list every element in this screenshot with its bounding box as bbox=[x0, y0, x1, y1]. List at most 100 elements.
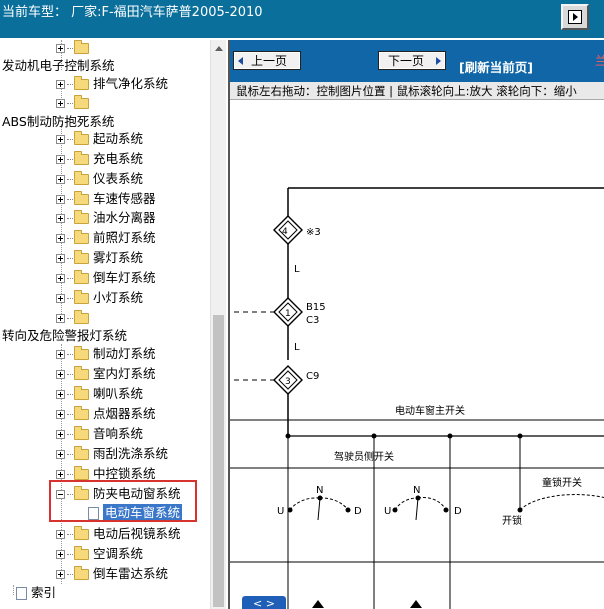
tree-item[interactable]: 雨刮洗涤系统 bbox=[56, 444, 168, 464]
tree-guide-line bbox=[13, 585, 14, 595]
tree-item[interactable]: 电动后视镜系统 bbox=[56, 524, 181, 544]
folder-icon bbox=[74, 151, 89, 165]
current-model-title: 当前车型： 厂家:F-福田汽车萨普2005-2010 bbox=[2, 5, 263, 20]
folder-icon bbox=[74, 191, 89, 205]
folder-icon bbox=[74, 230, 89, 244]
tree-item[interactable]: 充电系统 bbox=[56, 149, 143, 169]
scroll-corner-button[interactable]: < > bbox=[242, 596, 286, 609]
tree-item-index[interactable]: 索引 bbox=[16, 583, 56, 603]
tree-item[interactable]: 小灯系统 bbox=[56, 288, 143, 308]
svg-text:C9: C9 bbox=[306, 371, 319, 382]
child-lock-switch: 童锁开关 开锁 bbox=[502, 468, 604, 527]
expand-icon[interactable] bbox=[56, 450, 65, 459]
tree-item[interactable]: 油水分离器 bbox=[56, 208, 156, 228]
folder-icon bbox=[74, 171, 89, 185]
expand-icon[interactable] bbox=[56, 254, 65, 263]
wiring-diagram[interactable]: 4 ※3 L 1 B15 C3 L 3 C9 电动车窗主开关 驾驶员侧开关 U … bbox=[230, 100, 604, 609]
svg-text:U: U bbox=[384, 506, 391, 517]
scroll-up-icon[interactable] bbox=[215, 46, 223, 51]
expand-icon[interactable] bbox=[56, 370, 65, 379]
folder-icon bbox=[74, 426, 89, 440]
svg-text:1: 1 bbox=[285, 309, 291, 319]
tree-item[interactable]: 音响系统 bbox=[56, 424, 143, 444]
arrow-icon bbox=[573, 13, 578, 21]
expand-icon[interactable] bbox=[56, 44, 65, 53]
svg-text:D: D bbox=[354, 506, 362, 517]
tree-item[interactable]: 倒车灯系统 bbox=[56, 268, 156, 288]
expand-icon[interactable] bbox=[56, 175, 65, 184]
svg-text:4: 4 bbox=[282, 227, 288, 237]
expand-icon[interactable] bbox=[56, 214, 65, 223]
expand-icon[interactable] bbox=[56, 570, 65, 579]
expand-icon[interactable] bbox=[56, 530, 65, 539]
tree-item[interactable]: 发动机电子控制系统 bbox=[2, 56, 115, 76]
connector-2: 1 B15 C3 bbox=[234, 297, 326, 327]
expand-icon[interactable] bbox=[56, 350, 65, 359]
tree-item[interactable]: 倒车雷达系统 bbox=[56, 564, 168, 584]
expand-icon[interactable] bbox=[56, 234, 65, 243]
tree-item[interactable]: 制动灯系统 bbox=[56, 344, 156, 364]
folder-icon bbox=[74, 346, 89, 360]
folder-icon bbox=[74, 290, 89, 304]
expand-icon[interactable] bbox=[56, 135, 65, 144]
viewer-toolbar: 上一页 下一页 [刷新当前页] 兰 bbox=[230, 40, 604, 82]
main-switch-label: 电动车窗主开关 bbox=[395, 404, 465, 417]
folder-icon bbox=[74, 446, 89, 460]
tree-item[interactable]: 空调系统 bbox=[56, 544, 143, 564]
folder-icon bbox=[74, 466, 89, 480]
usage-hint: 鼠标左右拖动：控制图片位置 | 鼠标滚轮向上:放大 滚轮向下：缩小 bbox=[230, 82, 604, 100]
folder-icon bbox=[74, 386, 89, 400]
svg-text:U: U bbox=[277, 506, 284, 517]
system-tree: 发动机电子控制系统 排气净化系统 ABS制动防抱死系统 起动系统 充电系统 仪表… bbox=[0, 40, 210, 609]
expand-icon[interactable] bbox=[56, 195, 65, 204]
folder-icon bbox=[74, 250, 89, 264]
svg-text:D: D bbox=[454, 506, 462, 517]
wire-label: L bbox=[294, 264, 300, 275]
driver-switch-label: 驾驶员侧开关 bbox=[334, 450, 394, 463]
svg-text:童锁开关: 童锁开关 bbox=[542, 476, 582, 489]
folder-icon bbox=[74, 406, 89, 420]
tree-item[interactable]: 转向及危险警报灯系统 bbox=[2, 326, 127, 346]
connector-3: 3 C9 bbox=[234, 365, 319, 395]
expand-icon[interactable] bbox=[56, 550, 65, 559]
tree-item[interactable]: 雾灯系统 bbox=[56, 248, 143, 268]
tree-item[interactable] bbox=[56, 93, 93, 113]
svg-text:C3: C3 bbox=[306, 315, 319, 326]
connector-1: 4 ※3 bbox=[273, 215, 321, 245]
prev-arrow-icon bbox=[238, 57, 243, 65]
tree-scrollbar[interactable] bbox=[210, 40, 226, 609]
tree-item[interactable] bbox=[56, 308, 93, 328]
window-switch-1: U N D bbox=[277, 485, 362, 521]
tree-item[interactable]: 喇叭系统 bbox=[56, 384, 143, 404]
svg-text:※3: ※3 bbox=[306, 227, 321, 238]
document-icon bbox=[16, 587, 27, 600]
tree-item[interactable]: 车速传感器 bbox=[56, 189, 156, 209]
expand-icon[interactable] bbox=[56, 390, 65, 399]
tree-item[interactable]: 仪表系统 bbox=[56, 169, 143, 189]
tree-item[interactable]: 起动系统 bbox=[56, 129, 143, 149]
folder-icon bbox=[74, 131, 89, 145]
tree-item[interactable]: 室内灯系统 bbox=[56, 364, 156, 384]
title-bar: 当前车型： 厂家:F-福田汽车萨普2005-2010 bbox=[0, 0, 604, 38]
expand-icon[interactable] bbox=[56, 99, 65, 108]
expand-icon[interactable] bbox=[56, 80, 65, 89]
folder-icon bbox=[74, 366, 89, 380]
expand-icon[interactable] bbox=[56, 314, 65, 323]
exit-button[interactable] bbox=[561, 4, 589, 30]
refresh-page-link[interactable]: [刷新当前页] bbox=[459, 57, 533, 76]
svg-text:B15: B15 bbox=[306, 302, 326, 313]
expand-icon[interactable] bbox=[56, 294, 65, 303]
tree-item[interactable]: 排气净化系统 bbox=[56, 74, 168, 94]
expand-icon[interactable] bbox=[56, 410, 65, 419]
expand-icon[interactable] bbox=[56, 274, 65, 283]
tree-item[interactable]: 前照灯系统 bbox=[56, 228, 156, 248]
expand-icon[interactable] bbox=[56, 430, 65, 439]
next-arrow-icon bbox=[436, 57, 441, 65]
prev-page-button[interactable]: 上一页 bbox=[233, 51, 301, 70]
scroll-thumb[interactable] bbox=[213, 315, 224, 607]
expand-icon[interactable] bbox=[56, 470, 65, 479]
tree-item[interactable]: 点烟器系统 bbox=[56, 404, 156, 424]
next-page-button[interactable]: 下一页 bbox=[378, 51, 446, 70]
expand-icon[interactable] bbox=[56, 155, 65, 164]
selection-highlight-box bbox=[49, 480, 197, 522]
